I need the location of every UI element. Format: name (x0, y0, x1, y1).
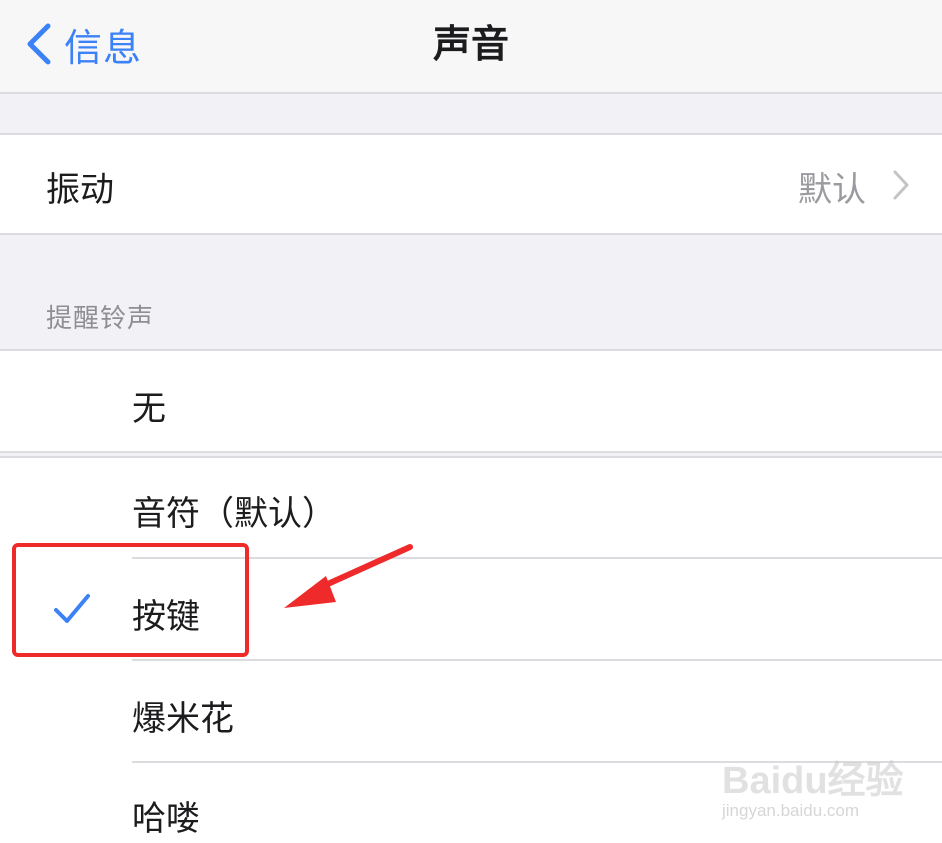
section-header-alert-tones: 提醒铃声 (46, 304, 155, 334)
divider (0, 451, 942, 453)
navigation-bar: 信息 声音 (0, 0, 942, 94)
sound-settings-page: 信息 声音 振动 默认 提醒铃声 无 音符（默认） 按键 爆米花 哈喽 Baid… (0, 0, 942, 843)
tone-label: 哈喽 (132, 799, 200, 839)
section-spacer (0, 94, 942, 134)
watermark-logo: Baidu经验 (722, 760, 904, 802)
tone-label: 爆米花 (132, 699, 234, 739)
vibration-label: 振动 (46, 170, 114, 210)
tone-row-none[interactable]: 无 (0, 351, 942, 451)
annotation-highlight-box (12, 543, 249, 657)
vibration-row[interactable]: 振动 默认 (0, 135, 942, 233)
tone-label: 音符（默认） (132, 494, 336, 534)
annotation-arrow-icon (284, 544, 413, 608)
page-title: 声音 (432, 22, 509, 66)
watermark-domain: jingyan.baidu.com (722, 801, 860, 820)
chevron-right-icon (893, 170, 909, 200)
tone-label: 无 (132, 389, 166, 429)
vibration-value: 默认 (798, 170, 866, 210)
watermark: Baidu经验 jingyan.baidu.com (722, 745, 922, 835)
